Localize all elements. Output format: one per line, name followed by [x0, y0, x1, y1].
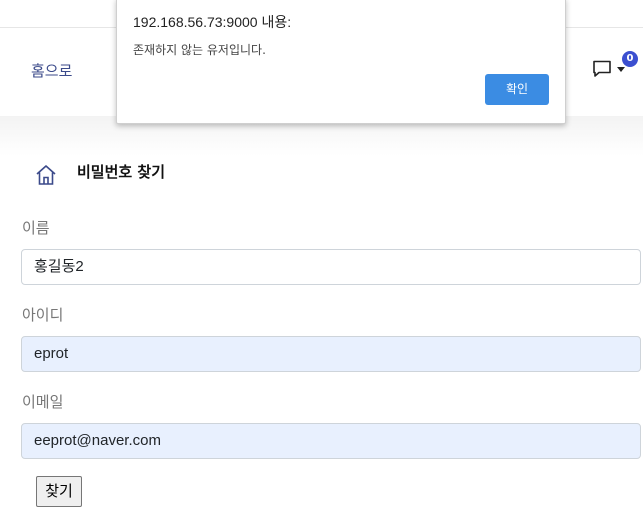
- nav-home-link[interactable]: 홈으로: [31, 60, 72, 81]
- page-root: 홈으로 0 비밀번호 찾기 이름 홍길동2 아이디 eprot 이메일 eepr…: [0, 0, 643, 515]
- id-field[interactable]: eprot: [21, 336, 641, 372]
- ok-button[interactable]: 확인: [485, 74, 549, 105]
- home-icon[interactable]: [35, 164, 57, 186]
- alert-dialog: 192.168.56.73:9000 내용: 존재하지 않는 유저입니다. 확인: [116, 0, 566, 124]
- dialog-title: 192.168.56.73:9000 내용:: [133, 14, 292, 30]
- find-button[interactable]: 찾기: [36, 476, 82, 507]
- id-label: 아이디: [22, 306, 64, 324]
- name-label: 이름: [22, 219, 50, 237]
- caret-down-icon[interactable]: [617, 67, 625, 72]
- page-title: 비밀번호 찾기: [77, 163, 166, 181]
- name-field[interactable]: 홍길동2: [21, 249, 641, 285]
- email-field[interactable]: eeprot@naver.com: [21, 423, 641, 459]
- message-icon[interactable]: [592, 59, 612, 79]
- email-label: 이메일: [22, 393, 64, 411]
- dialog-message: 존재하지 않는 유저입니다.: [133, 43, 266, 57]
- message-count-badge: 0: [622, 51, 638, 67]
